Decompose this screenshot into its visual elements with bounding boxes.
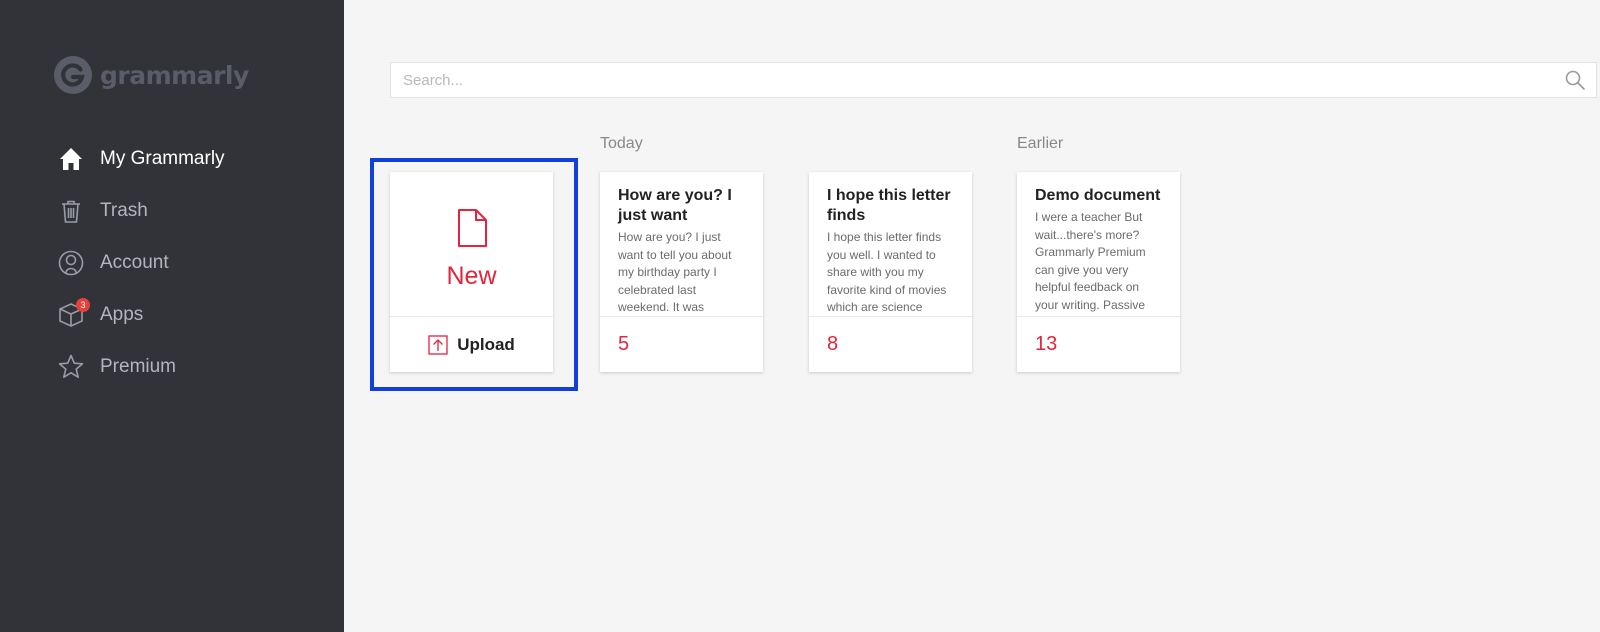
- document-card-body: Demo document I were a teacher But wait.…: [1017, 172, 1180, 317]
- sidebar-item-my-grammarly[interactable]: My Grammarly: [56, 133, 336, 185]
- document-preview: I were a teacher But wait...there's more…: [1035, 210, 1146, 312]
- grammarly-logo-icon: [54, 56, 92, 94]
- sidebar: grammarly My Grammarly Trash Account 3 A…: [0, 0, 344, 632]
- document-card-body: How are you? I just want How are you? I …: [600, 172, 763, 317]
- document-card[interactable]: How are you? I just want How are you? I …: [600, 172, 763, 372]
- document-card[interactable]: I hope this letter finds I hope this let…: [809, 172, 972, 372]
- document-issue-count: 5: [618, 333, 630, 355]
- sidebar-nav: My Grammarly Trash Account 3 Apps Premiu…: [56, 133, 336, 393]
- sidebar-item-apps[interactable]: 3 Apps: [56, 289, 336, 341]
- group-label-earlier: Earlier: [1017, 135, 1064, 152]
- search-icon[interactable]: [1564, 69, 1586, 91]
- logo-text: grammarly: [100, 60, 249, 90]
- group-label-today: Today: [600, 135, 643, 152]
- document-title: I hope this letter finds: [827, 187, 951, 224]
- document-title: How are you? I just want: [618, 187, 732, 224]
- sidebar-item-label: Trash: [100, 200, 148, 221]
- apps-badge: 3: [76, 298, 90, 312]
- star-icon: [56, 352, 86, 382]
- grammarly-logo[interactable]: grammarly: [53, 55, 249, 95]
- sidebar-item-trash[interactable]: Trash: [56, 185, 336, 237]
- document-preview: I hope this letter finds you well. I wan…: [827, 230, 947, 314]
- sidebar-item-label: My Grammarly: [100, 148, 225, 169]
- search-input[interactable]: [391, 63, 1564, 97]
- apps-icon: 3: [56, 298, 90, 330]
- home-icon: [56, 144, 86, 174]
- search-bar: [390, 62, 1597, 98]
- sidebar-item-premium[interactable]: Premium: [56, 341, 336, 393]
- document-issue-count: 8: [827, 333, 839, 355]
- document-title: Demo document: [1035, 187, 1161, 204]
- sidebar-item-account[interactable]: Account: [56, 237, 336, 289]
- selection-highlight: [370, 158, 578, 391]
- document-card-body: I hope this letter finds I hope this let…: [809, 172, 972, 317]
- document-card[interactable]: Demo document I were a teacher But wait.…: [1017, 172, 1180, 372]
- trash-icon: [56, 196, 86, 226]
- sidebar-item-label: Premium: [100, 356, 177, 377]
- document-issue-count: 13: [1035, 333, 1058, 355]
- document-preview: How are you? I just want to tell you abo…: [618, 230, 732, 314]
- sidebar-item-label: Apps: [100, 304, 144, 325]
- sidebar-item-label: Account: [100, 252, 169, 273]
- account-icon: [56, 248, 86, 278]
